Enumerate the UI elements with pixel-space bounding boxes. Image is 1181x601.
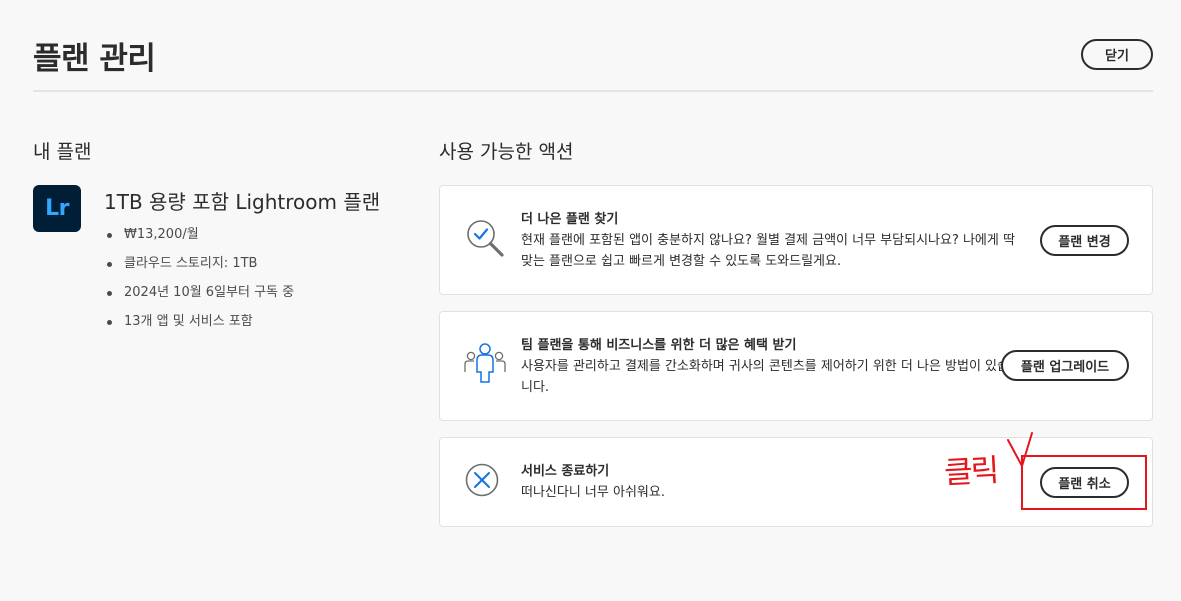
click-annotation-text: 클릭 (943, 452, 999, 492)
plan-name: 1TB 용량 포함 Lightroom 플랜 (104, 190, 381, 214)
actions-section-title: 사용 가능한 액션 (439, 141, 574, 163)
plan-included-apps: 13개 앱 및 서비스 포함 (104, 310, 294, 339)
change-plan-button[interactable]: 플랜 변경 (1040, 225, 1129, 256)
card-description: 떠나신다니 너무 아쉬워요. (521, 485, 665, 500)
plan-storage: 클라우드 스토리지: 1TB (104, 252, 294, 281)
team-plan-card: 팀 플랜을 통해 비즈니스를 위한 더 많은 혜택 받기 사용자를 관리하고 결… (439, 311, 1153, 421)
find-better-plan-card: 더 나은 플랜 찾기 현재 플랜에 포함된 앱이 충분하지 않나요? 월별 결제… (439, 185, 1153, 295)
annotation-highlight-box (1021, 455, 1147, 510)
plan-subscribed-since: 2024년 10월 6일부터 구독 중 (104, 281, 294, 310)
lightroom-app-icon: Lr (33, 185, 81, 232)
card-description: 사용자를 관리하고 결제를 간소화하며 귀사의 콘텐츠를 제어하기 위한 더 나… (521, 359, 1009, 395)
card-description: 현재 플랜에 포함된 앱이 충분하지 않나요? 월별 결제 금액이 너무 부담되… (521, 233, 1015, 269)
lightroom-app-icon-label: Lr (45, 196, 69, 221)
team-icon (464, 342, 506, 390)
cancel-circle-icon (464, 462, 500, 502)
card-heading: 서비스 종료하기 (521, 464, 610, 479)
plan-details-list: ₩13,200/월 클라우드 스토리지: 1TB 2024년 10월 6일부터 … (104, 223, 294, 339)
plan-price: ₩13,200/월 (104, 223, 294, 252)
card-heading: 팀 플랜을 통해 비즈니스를 위한 더 많은 혜택 받기 (521, 338, 797, 353)
close-button[interactable]: 닫기 (1081, 39, 1153, 70)
my-plan-section-title: 내 플랜 (33, 141, 92, 163)
page-title: 플랜 관리 (33, 41, 156, 77)
search-check-icon (464, 216, 506, 264)
upgrade-plan-button[interactable]: 플랜 업그레이드 (1001, 350, 1129, 381)
header-divider (33, 90, 1153, 92)
card-heading: 더 나은 플랜 찾기 (521, 212, 619, 227)
